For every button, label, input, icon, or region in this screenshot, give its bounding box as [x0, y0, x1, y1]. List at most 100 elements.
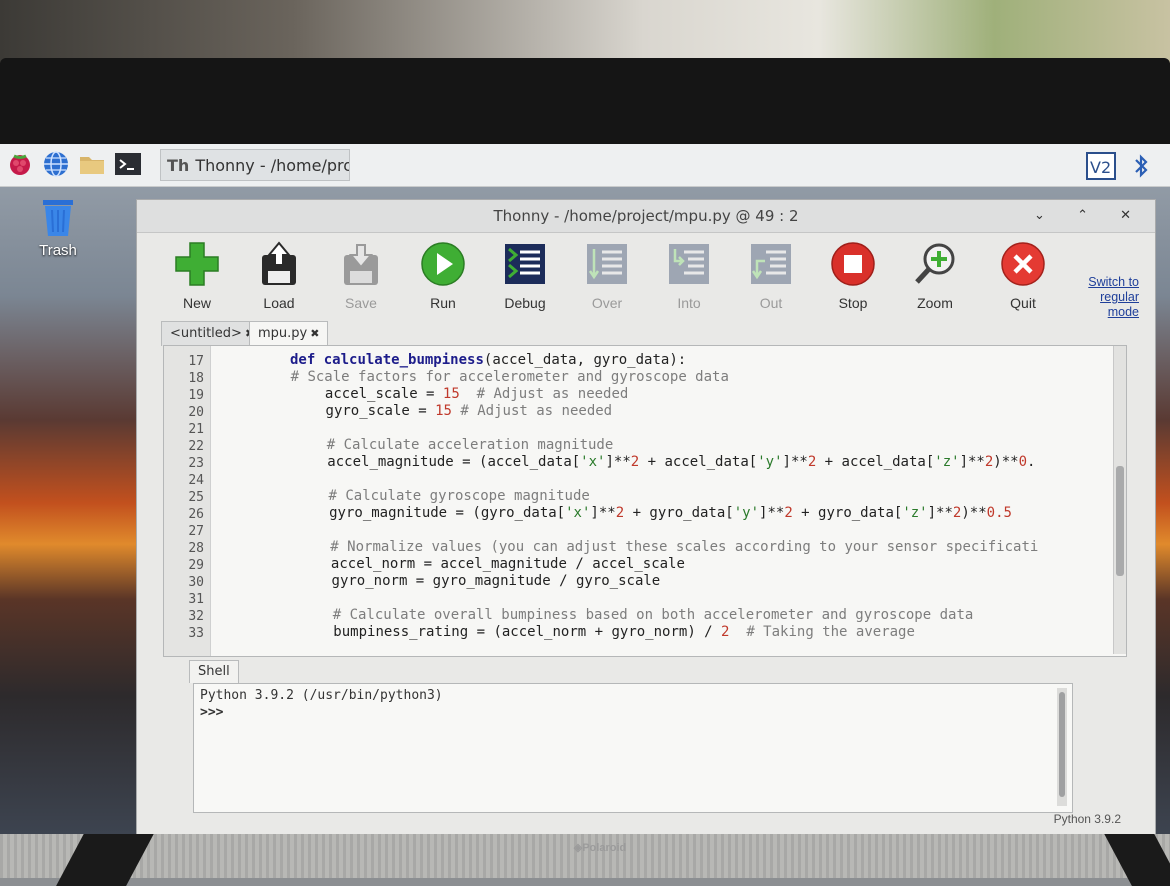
shell-banner: Python 3.9.2 (/usr/bin/python3)	[200, 688, 443, 703]
code-line[interactable]: accel_norm = accel_magnitude / accel_sca…	[297, 556, 685, 572]
line-number: 20	[188, 405, 204, 420]
status-interpreter[interactable]: Python 3.9.2	[1054, 812, 1121, 826]
run-button[interactable]: Run	[407, 241, 479, 311]
tab-close-icon[interactable]: ✖	[310, 327, 319, 340]
save-icon	[344, 244, 378, 285]
line-number-gutter: 17 18 19 20 21 22 23 24 25 26 27 28 29 30 31 32 33	[164, 346, 211, 656]
raspberry-menu-icon[interactable]	[6, 150, 34, 178]
code-line[interactable]: gyro_magnitude = (gyro_data['x']**2 + gy…	[295, 505, 1012, 521]
browser-icon[interactable]	[42, 150, 70, 178]
code-line[interactable]: # Calculate acceleration magnitude	[293, 437, 614, 453]
trash-label: Trash	[39, 242, 77, 259]
monitor-brand-logo: ◈Polaroid	[573, 842, 627, 854]
code-line[interactable]: def calculate_bumpiness(accel_data, gyro…	[290, 352, 686, 368]
tab-mpu-py[interactable]: mpu.py ✖	[249, 321, 329, 346]
step-into-label: Into	[677, 295, 701, 311]
zoom-label: Zoom	[917, 295, 953, 311]
step-over-icon	[587, 244, 627, 284]
new-button[interactable]: New	[161, 241, 233, 311]
window-title: Thonny - /home/project/mpu.py @ 49 : 2	[493, 207, 799, 225]
editor-scrollbar[interactable]	[1113, 346, 1126, 654]
load-button[interactable]: Load	[243, 241, 315, 311]
run-label: Run	[430, 295, 456, 311]
load-icon	[262, 241, 296, 285]
code-line[interactable]: accel_scale = 15 # Adjust as needed	[291, 386, 628, 402]
line-number: 29	[188, 558, 204, 573]
step-out-button[interactable]: Out	[735, 241, 807, 311]
tab-untitled[interactable]: <untitled>✖	[161, 321, 264, 346]
code-line[interactable]: # Calculate gyroscope magnitude	[295, 488, 590, 504]
debug-button[interactable]: Debug	[489, 241, 561, 311]
shell-scrollbar[interactable]	[1057, 688, 1067, 806]
line-number: 32	[188, 609, 204, 624]
tab-label: mpu.py	[258, 326, 308, 341]
svg-text:V2: V2	[1090, 158, 1111, 177]
window-controls[interactable]: ⌄ ⌃ ✕	[1034, 200, 1145, 232]
thonny-icon: Th	[167, 156, 190, 175]
line-number: 21	[188, 422, 204, 437]
quit-button[interactable]: Quit	[987, 241, 1059, 311]
line-number: 23	[188, 456, 204, 471]
shell-scrollbar-thumb[interactable]	[1059, 692, 1065, 797]
stop-button[interactable]: Stop	[817, 241, 889, 311]
step-over-button[interactable]: Over	[571, 241, 643, 311]
new-icon	[175, 242, 219, 286]
save-button[interactable]: Save	[325, 241, 397, 311]
editor-scrollbar-thumb[interactable]	[1116, 466, 1124, 576]
tab-label: <untitled>	[170, 326, 242, 341]
switch-mode-line: mode	[1107, 305, 1139, 319]
thonny-window: Thonny - /home/project/mpu.py @ 49 : 2 ⌄…	[136, 199, 1156, 834]
terminal-icon[interactable]	[114, 150, 142, 178]
code-line[interactable]: bumpiness_rating = (accel_norm + gyro_no…	[300, 624, 915, 640]
stop-label: Stop	[838, 295, 868, 311]
line-number: 28	[188, 541, 204, 556]
new-label: New	[182, 295, 211, 311]
wall-background	[0, 0, 1170, 66]
step-over-label: Over	[591, 295, 623, 311]
monitor-bezel: ◈Polaroid Th Thonny - /home/pro... V2	[0, 58, 1170, 854]
step-into-icon	[669, 244, 709, 284]
tab-shell[interactable]: Shell	[189, 660, 239, 683]
line-number: 24	[188, 473, 204, 488]
zoom-button[interactable]: Zoom	[899, 241, 971, 311]
line-number: 19	[188, 388, 204, 403]
line-number: 33	[188, 626, 204, 641]
line-number: 27	[188, 524, 204, 539]
taskbar-item-label: Thonny - /home/pro...	[195, 156, 349, 175]
code-line[interactable]: accel_magnitude = (accel_data['x']**2 + …	[294, 454, 1035, 470]
line-number: 18	[188, 371, 204, 386]
switch-mode-line: Switch to	[1088, 275, 1139, 289]
line-number: 22	[188, 439, 204, 454]
line-number: 17	[188, 354, 204, 369]
shell-prompt[interactable]: >>>	[200, 705, 223, 720]
code-line[interactable]: gyro_scale = 15 # Adjust as needed	[292, 403, 613, 419]
taskbar: Th Thonny - /home/pro... V2	[0, 144, 1170, 187]
quit-label: Quit	[1010, 295, 1036, 311]
switch-to-regular-mode-link[interactable]: Switch to regular mode	[1079, 275, 1139, 320]
taskbar-item-thonny[interactable]: Th Thonny - /home/pro...	[160, 149, 350, 181]
step-out-icon	[751, 244, 791, 284]
code-line[interactable]: gyro_norm = gyro_magnitude / gyro_scale	[298, 573, 661, 589]
bluetooth-icon[interactable]	[1126, 152, 1156, 180]
line-number: 25	[188, 490, 204, 505]
line-number: 26	[188, 507, 204, 522]
stop-icon	[831, 242, 875, 286]
vnc-icon[interactable]: V2	[1086, 152, 1116, 180]
load-label: Load	[263, 295, 295, 311]
shell-panel[interactable]: Python 3.9.2 (/usr/bin/python3) >>>	[193, 683, 1073, 813]
screen: Th Thonny - /home/pro... V2 Trash Thonny …	[0, 144, 1170, 834]
code-line[interactable]: # Calculate overall bumpiness based on b…	[299, 607, 974, 623]
debug-icon	[505, 244, 545, 284]
toolbar: New Load Save Run Debug Over Into Out St…	[137, 233, 1155, 321]
code-editor[interactable]: 17 18 19 20 21 22 23 24 25 26 27 28 29 30 31 32 33 def c…	[163, 345, 1127, 657]
code-line[interactable]: # Normalize values (you can adjust these…	[297, 539, 1038, 555]
file-manager-icon[interactable]	[78, 150, 106, 178]
code-line[interactable]: # Scale factors for accelerometer and gy…	[291, 369, 729, 385]
window-titlebar[interactable]: Thonny - /home/project/mpu.py @ 49 : 2 ⌄…	[137, 200, 1155, 233]
debug-label: Debug	[504, 295, 546, 311]
trash-icon	[43, 200, 73, 236]
step-out-label: Out	[759, 295, 783, 311]
step-into-button[interactable]: Into	[653, 241, 725, 311]
line-number: 30	[188, 575, 204, 590]
desktop-trash[interactable]: Trash	[30, 196, 86, 259]
